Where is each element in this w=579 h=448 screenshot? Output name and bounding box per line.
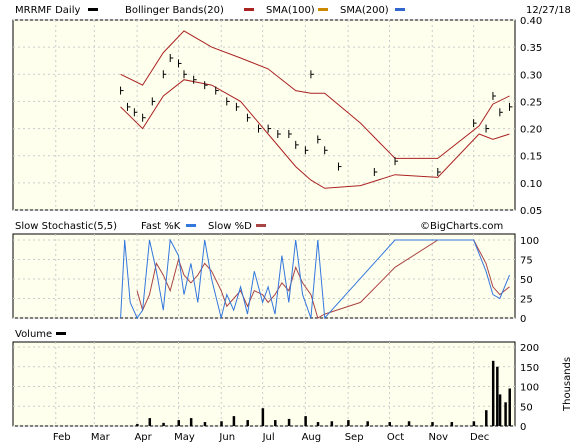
volume-y-tick-label: 0 [520,422,526,433]
stoch-y-tick-label: 25 [520,295,533,306]
x-tick-label: May [174,432,195,443]
bollinger-legend-swatch [244,8,254,11]
volume-bar [220,421,223,426]
volume-bar [485,410,488,426]
price-y-tick-label: 0.15 [520,152,542,163]
volume-bar [316,422,320,426]
volume-bar [261,408,265,426]
price-y-tick-label: 0.35 [520,43,542,54]
fastk-legend-swatch [186,224,196,227]
price-y-tick-label: 0.25 [520,97,542,108]
volume-bar [491,360,495,426]
stochastic-panel [12,233,516,319]
volume-bar [232,416,236,426]
stoch-y-tick-label: 0 [520,314,526,325]
x-tick-label: Feb [53,432,71,443]
ticker-legend-swatch [88,8,98,11]
x-tick-label: Jun [218,432,235,443]
price-y-tick-label: 0.10 [520,179,542,190]
volume-bar [504,402,507,426]
volume-bar [407,421,411,426]
volume-bar [189,418,193,426]
x-tick-label: Dec [470,432,489,443]
volume-y-tick-label: 200 [520,343,539,354]
volume-bar [366,421,369,426]
ticker-label: MRRMF Daily [15,5,80,16]
volume-bar [203,422,207,426]
stoch-y-tick-label: 75 [520,256,533,267]
volume-units-label: Thousands [562,357,573,412]
x-tick-label: Apr [134,432,152,443]
volume-bar [330,421,334,426]
x-tick-label: Aug [302,432,322,443]
volume-bar [431,422,434,426]
volume-bar [472,421,476,426]
volume-bar [177,420,180,426]
price-y-tick-label: 0.40 [520,16,542,27]
volume-title: Volume [15,329,52,340]
volume-bar [498,394,502,426]
price-y-tick-label: 0.30 [520,70,542,81]
sma200-label: SMA(200) [340,5,389,16]
sma200-legend-swatch [395,8,405,11]
chart-canvas: Feb Mar Apr May Jun Jul Aug Sep Oct Nov Dec 0.40 0.3… [0,0,579,444]
volume-bar [287,418,291,426]
x-tick-label: Sep [345,432,364,443]
price-panel [12,19,516,211]
sma100-label: SMA(100) [266,5,315,16]
volume-bar [162,422,165,426]
volume-bar [347,420,350,426]
volume-bar [508,388,511,426]
volume-bar [148,418,152,426]
volume-legend-swatch [56,332,66,335]
volume-bar [304,416,307,426]
volume-bar [136,424,139,426]
volume-bar [450,422,454,426]
volume-bar [246,420,249,426]
stochastic-title: Slow Stochastic(5,5) [15,221,117,232]
slowd-legend-swatch [256,224,266,227]
x-tick-label: Mar [91,432,111,443]
stoch-y-tick-label: 50 [520,275,533,286]
x-tick-label: Nov [428,432,448,443]
bollinger-label: Bollinger Bands(20) [125,5,224,16]
volume-y-tick-label: 50 [520,402,533,413]
watermark: ©BigCharts.com [420,221,503,232]
sma100-legend-swatch [318,8,328,11]
price-y-tick-label: 0.20 [520,125,542,136]
volume-y-tick-label: 150 [520,363,539,374]
x-tick-label: Oct [387,432,404,443]
date-label: 12/27/18 [526,5,571,16]
fastk-label: Fast %K [141,221,181,232]
volume-bar [496,366,499,426]
slowd-label: Slow %D [208,221,252,232]
price-y-tick-label: 0.05 [520,206,542,217]
volume-bar [274,420,277,426]
volume-y-tick-label: 100 [520,383,539,394]
volume-bar [388,422,391,426]
x-tick-label: Jul [262,432,275,443]
stoch-y-tick-label: 100 [520,236,539,247]
